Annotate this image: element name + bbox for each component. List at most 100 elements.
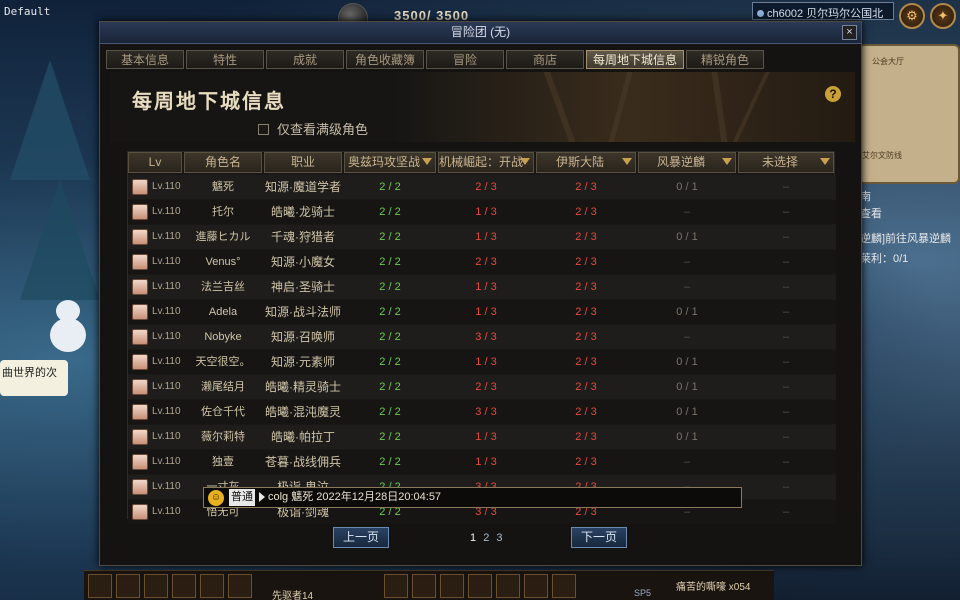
quest-tracker-text: 莱利：0/1	[860, 253, 909, 265]
tab-weekly-dungeon-info[interactable]: 每周地下城信息	[586, 50, 684, 69]
tab-shop[interactable]: 商店	[506, 50, 584, 69]
hotbar-slot[interactable]	[496, 574, 520, 598]
table-row[interactable]: Lv.110 魑死 知源·魔道学者 2 / 2 2 / 3 2 / 3 0 / 1 –	[128, 175, 836, 199]
cell-c1: 2 / 2	[379, 331, 401, 343]
cell-c2: 3 / 3	[475, 331, 497, 343]
cell-c3: 2 / 3	[575, 256, 597, 268]
table-row[interactable]: Lv.110 Venus° 知源·小魔女 2 / 2 2 / 3 2 / 3 – –	[128, 250, 836, 274]
filter-checkbox[interactable]	[258, 124, 269, 135]
table-row[interactable]: Lv.110 托尔 皓曦·龙骑士 2 / 2 1 / 3 2 / 3 – –	[128, 200, 836, 224]
table-header: Lv 角色名 职业 奥兹玛攻坚战 机械崛起：开战 伊斯大陆 风暴逆麟 未选择	[128, 152, 836, 173]
cell-lv: Lv.110	[152, 181, 181, 192]
settings-gear-icon[interactable]: ⚙	[899, 3, 925, 29]
cell-c5: –	[782, 356, 790, 368]
cell-c4: 0 / 1	[676, 406, 698, 418]
cell-name: 魑死	[212, 181, 234, 193]
server-channel-label[interactable]: ch6002 贝尔玛尔公国北	[752, 2, 894, 20]
dropdown-arrow-icon	[820, 158, 830, 165]
character-avatar-icon	[132, 429, 148, 445]
character-avatar-icon	[132, 329, 148, 345]
cell-job: 千魂·狩猎者	[271, 230, 335, 244]
page-number[interactable]: 3	[496, 532, 504, 544]
character-avatar-icon	[132, 354, 148, 370]
column-header-istal[interactable]: 伊斯大陆	[536, 152, 636, 173]
cell-name: 独壹	[212, 456, 234, 468]
table-row[interactable]: Lv.110 濑尾结月 皓曦·精灵骑士 2 / 2 2 / 3 2 / 3 0 / 1 –	[128, 375, 836, 399]
hotbar-slot[interactable]	[552, 574, 576, 598]
quest-tracker-text[interactable]: 逆麟]前往风暴逆麟	[860, 230, 951, 246]
header-banner: 每周地下城信息 ? 仅查看满级角色	[110, 72, 855, 142]
table-row[interactable]: Lv.110 進藤ヒカル 千魂·狩猎者 2 / 2 1 / 3 2 / 3 0 / 1 –	[128, 225, 836, 249]
cell-lv: Lv.110	[152, 406, 181, 417]
next-page-button[interactable]: 下一页	[571, 527, 627, 548]
window-title[interactable]: 冒险团 (无)	[100, 22, 861, 44]
column-header-machine-rise[interactable]: 机械崛起：开战	[438, 152, 534, 173]
tab-basic-info[interactable]: 基本信息	[106, 50, 184, 69]
hotbar-slot[interactable]	[88, 574, 112, 598]
table-row[interactable]: Lv.110 法兰吉丝 神启·圣骑士 2 / 2 1 / 3 2 / 3 – –	[128, 275, 836, 299]
cell-c3: 2 / 3	[575, 431, 597, 443]
table-row[interactable]: Lv.110 薇尔莉特 皓曦·帕拉丁 2 / 2 1 / 3 2 / 3 0 / 1 –	[128, 425, 836, 449]
page-numbers: 1 2 3	[470, 532, 505, 544]
hotbar-slot[interactable]	[468, 574, 492, 598]
cell-job: 知源·召唤师	[271, 330, 335, 344]
cell-name: 天空很空。	[195, 356, 251, 368]
table-row[interactable]: Lv.110 Adela 知源·战斗法师 2 / 2 1 / 3 2 / 3 0 / 1 –	[128, 300, 836, 324]
tab-achievements[interactable]: 成就	[266, 50, 344, 69]
cell-job: 皓曦·混沌魔灵	[265, 405, 341, 419]
close-button[interactable]: ×	[842, 25, 857, 40]
hotbar-slot[interactable]	[200, 574, 224, 598]
cell-c3: 2 / 3	[575, 406, 597, 418]
hotbar-slot[interactable]	[144, 574, 168, 598]
hotbar-slot[interactable]	[228, 574, 252, 598]
dropdown-arrow-icon	[422, 158, 432, 165]
cell-c5: –	[782, 431, 790, 443]
cell-lv: Lv.110	[152, 506, 181, 517]
cell-c1: 2 / 2	[379, 256, 401, 268]
hotbar-slot[interactable]	[412, 574, 436, 598]
hotbar-slot[interactable]	[440, 574, 464, 598]
prev-page-button[interactable]: 上一页	[333, 527, 389, 548]
cell-c4: –	[683, 256, 691, 268]
cell-c1: 2 / 2	[379, 456, 401, 468]
column-header-unselected[interactable]: 未选择	[738, 152, 834, 173]
cell-job: 知源·魔道学者	[265, 180, 341, 194]
page-number[interactable]: 1	[470, 532, 478, 544]
character-avatar-icon	[132, 504, 148, 520]
cell-c5: –	[782, 331, 790, 343]
column-header-ozma[interactable]: 奥兹玛攻坚战	[344, 152, 436, 173]
chat-channel-tag[interactable]: 普通	[229, 489, 255, 506]
column-header-job: 职业	[264, 152, 342, 173]
cell-lv: Lv.110	[152, 431, 181, 442]
chat-message-popup: ☺ 普通 colg 魑死 2022年12月28日20:04:57	[203, 487, 742, 508]
table-row[interactable]: Lv.110 天空很空。 知源·元素师 2 / 2 1 / 3 2 / 3 0 / 1 –	[128, 350, 836, 374]
minimap[interactable]: 公会大厅 艾尔文防线	[858, 44, 960, 184]
client-label: Default	[4, 5, 51, 18]
cell-c4: –	[683, 456, 691, 468]
cell-c3: 2 / 3	[575, 356, 597, 368]
hotbar-slot[interactable]	[384, 574, 408, 598]
table-row[interactable]: Lv.110 独壹 苍暮·战线佣兵 2 / 2 1 / 3 2 / 3 – –	[128, 450, 836, 474]
table-row[interactable]: Lv.110 Nobyke 知源·召唤师 2 / 2 3 / 3 2 / 3 – –	[128, 325, 836, 349]
menu-orb-icon[interactable]: ✦	[930, 3, 956, 29]
cell-c3: 2 / 3	[575, 381, 597, 393]
tab-adventure[interactable]: 冒险	[426, 50, 504, 69]
table-row[interactable]: Lv.110 佐仓千代 皓曦·混沌魔灵 2 / 2 3 / 3 2 / 3 0 / 1 –	[128, 400, 836, 424]
hotbar-slot[interactable]	[116, 574, 140, 598]
quest-tracker-text[interactable]: 查看	[860, 205, 882, 221]
item-slot-label: 痛苦的嘶嚎 x054	[676, 582, 751, 593]
tab-traits[interactable]: 特性	[186, 50, 264, 69]
cell-name: 薇尔莉特	[201, 431, 245, 443]
cell-name: 濑尾结月	[201, 381, 245, 393]
cell-c4: –	[683, 206, 691, 218]
hotbar-slot[interactable]	[524, 574, 548, 598]
cell-c5: –	[782, 281, 790, 293]
hotbar-slot[interactable]	[172, 574, 196, 598]
tab-elite-characters[interactable]: 精锐角色	[686, 50, 764, 69]
column-header-storm[interactable]: 风暴逆麟	[638, 152, 736, 173]
help-icon[interactable]: ?	[825, 86, 841, 102]
page-number[interactable]: 2	[483, 532, 491, 544]
tab-character-collection[interactable]: 角色收藏簿	[346, 50, 424, 69]
max-level-filter[interactable]: 仅查看满级角色	[258, 119, 368, 138]
cell-c1: 2 / 2	[379, 381, 401, 393]
